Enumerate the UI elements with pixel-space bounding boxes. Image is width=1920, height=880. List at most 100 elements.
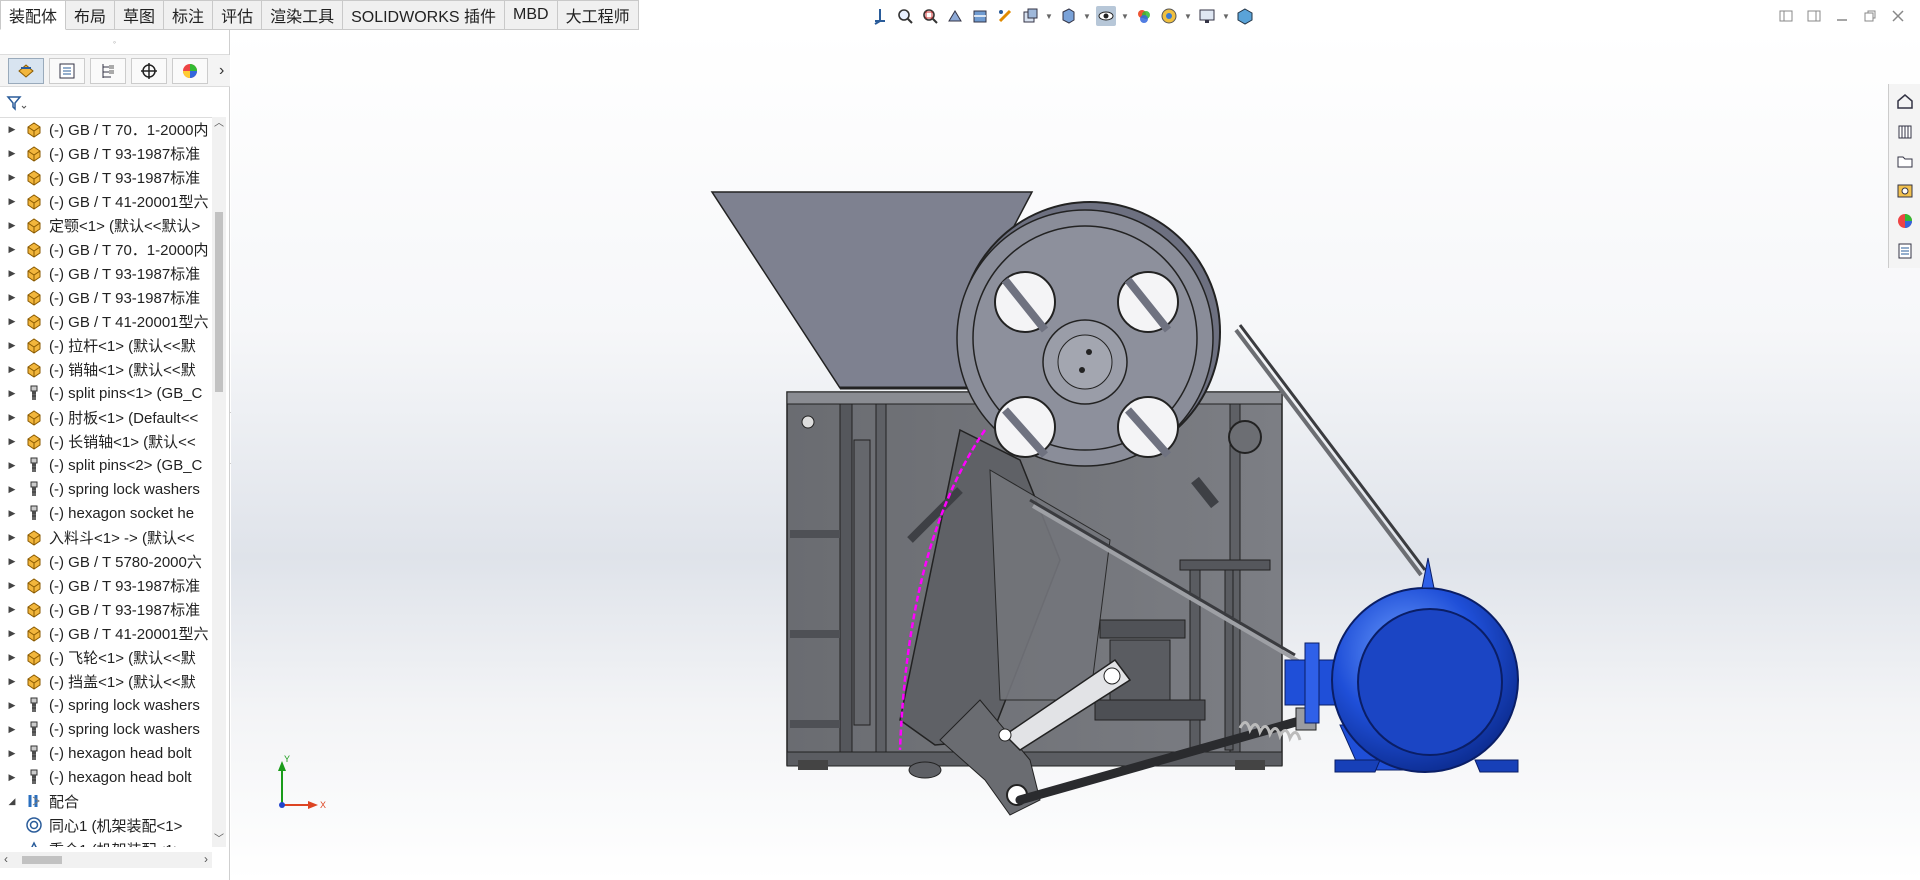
- tab-3[interactable]: 标注: [164, 0, 214, 30]
- expand-arrow-icon[interactable]: ▶: [4, 220, 20, 231]
- tree-item[interactable]: ▶ (-) 拉杆<1> (默认<<默: [0, 333, 212, 357]
- expand-arrow-icon[interactable]: ▶: [4, 652, 20, 663]
- hide-show-items-icon[interactable]: [1096, 6, 1116, 26]
- dropdown-arrow-icon[interactable]: ▼: [1083, 12, 1091, 21]
- view-settings-icon[interactable]: [1197, 6, 1217, 26]
- tree-item[interactable]: ▶ (-) 肘板<1> (Default<<: [0, 405, 212, 429]
- dimxpert-manager-tab-icon[interactable]: [131, 57, 167, 84]
- tree-item[interactable]: ▶ (-) GB / T 41-20001型六: [0, 309, 212, 333]
- expand-arrow-icon[interactable]: ▶: [4, 724, 20, 735]
- tile-left-icon[interactable]: [1778, 8, 1794, 24]
- tree-item[interactable]: ▶ (-) 销轴<1> (默认<<默: [0, 357, 212, 381]
- graphics-area[interactable]: Y X: [231, 30, 1920, 880]
- tab-7[interactable]: MBD: [505, 0, 558, 30]
- scroll-down-arrow-icon[interactable]: ﹀: [212, 833, 226, 847]
- more-tabs-arrow-icon[interactable]: ›: [219, 62, 224, 80]
- tab-1[interactable]: 布局: [66, 0, 116, 30]
- tree-horizontal-scrollbar[interactable]: ‹ ›: [0, 852, 212, 868]
- expand-arrow-icon[interactable]: ▶: [4, 244, 20, 255]
- expand-arrow-icon[interactable]: ▶: [4, 388, 20, 399]
- expand-arrow-icon[interactable]: ▶: [4, 364, 20, 375]
- tree-item[interactable]: ▶ 入料斗<1> -> (默认<<: [0, 525, 212, 549]
- scroll-thumb[interactable]: [215, 212, 223, 392]
- section-view-icon[interactable]: [970, 6, 990, 26]
- edit-appearance-icon[interactable]: [1134, 6, 1154, 26]
- expand-arrow-icon[interactable]: ▶: [4, 508, 20, 519]
- view-orientation-icon[interactable]: [870, 6, 890, 26]
- tree-item[interactable]: ▶ (-) spring lock washers: [0, 717, 212, 741]
- tab-6[interactable]: SOLIDWORKS 插件: [343, 0, 506, 30]
- display-style-icon[interactable]: [1058, 6, 1078, 26]
- view-selector-icon[interactable]: [1020, 6, 1040, 26]
- expand-arrow-icon[interactable]: ▶: [4, 532, 20, 543]
- tab-2[interactable]: 草图: [115, 0, 165, 30]
- tree-item[interactable]: ▶ (-) 飞轮<1> (默认<<默: [0, 645, 212, 669]
- configuration-manager-tab-icon[interactable]: [90, 57, 126, 84]
- display-manager-tab-icon[interactable]: [172, 57, 208, 84]
- expand-arrow-icon[interactable]: ▶: [4, 148, 20, 159]
- tree-item[interactable]: ◢ 配合: [0, 789, 212, 813]
- close-icon[interactable]: [1890, 8, 1906, 24]
- appearances-scenes-icon[interactable]: [1893, 208, 1917, 234]
- restore-icon[interactable]: [1862, 8, 1878, 24]
- expand-arrow-icon[interactable]: ▶: [4, 676, 20, 687]
- dynamic-annotation-icon[interactable]: [995, 6, 1015, 26]
- tree-vertical-scrollbar[interactable]: ︿ ﹀: [212, 117, 226, 847]
- zoom-to-fit-icon[interactable]: [895, 6, 915, 26]
- tree-item[interactable]: ▶ (-) GB / T 93-1987标准: [0, 285, 212, 309]
- tree-item[interactable]: ▶ (-) GB / T 41-20001型六: [0, 621, 212, 645]
- panel-grip[interactable]: ◦: [0, 30, 229, 55]
- expand-arrow-icon[interactable]: ▶: [4, 628, 20, 639]
- expand-arrow-icon[interactable]: ▶: [4, 340, 20, 351]
- scroll-thumb[interactable]: [22, 856, 62, 864]
- tree-item[interactable]: ▶ (-) 长销轴<1> (默认<<: [0, 429, 212, 453]
- expand-arrow-icon[interactable]: ▶: [4, 604, 20, 615]
- dropdown-arrow-icon[interactable]: ▼: [1222, 12, 1230, 21]
- custom-properties-icon[interactable]: [1893, 238, 1917, 264]
- tree-item[interactable]: ▶ (-) GB / T 70．1-2000内: [0, 237, 212, 261]
- tree-item[interactable]: ▶ (-) GB / T 41-20001型六: [0, 189, 212, 213]
- tree-item[interactable]: ▶ (-) hexagon head bolt: [0, 741, 212, 765]
- expand-arrow-icon[interactable]: ▶: [4, 292, 20, 303]
- home-icon[interactable]: [1893, 88, 1917, 114]
- tree-item[interactable]: ▶ (-) GB / T 93-1987标准: [0, 165, 212, 189]
- tree-item[interactable]: ▶ (-) spring lock washers: [0, 477, 212, 501]
- tab-5[interactable]: 渲染工具: [262, 0, 344, 30]
- zoom-to-area-icon[interactable]: [920, 6, 940, 26]
- tree-filter[interactable]: [0, 88, 226, 118]
- tree-item[interactable]: ▶ (-) hexagon socket he: [0, 501, 212, 525]
- expand-arrow-icon[interactable]: ▶: [4, 124, 20, 135]
- expand-arrow-icon[interactable]: ▶: [4, 460, 20, 471]
- jaw-crusher-model[interactable]: [231, 30, 1920, 880]
- tree-item[interactable]: ▶ (-) 挡盖<1> (默认<<默: [0, 669, 212, 693]
- electric-motor[interactable]: [1284, 557, 1519, 773]
- expand-arrow-icon[interactable]: ▶: [4, 580, 20, 591]
- tree-item[interactable]: 重合1 (机架装配<1>: [0, 837, 212, 847]
- apply-scene-icon[interactable]: [1159, 6, 1179, 26]
- tab-0[interactable]: 装配体: [0, 0, 67, 30]
- expand-arrow-icon[interactable]: ▶: [4, 484, 20, 495]
- filter-icon[interactable]: [6, 94, 28, 112]
- expand-arrow-icon[interactable]: ▶: [4, 412, 20, 423]
- tree-item[interactable]: ▶ (-) spring lock washers: [0, 693, 212, 717]
- tree-item[interactable]: ▶ (-) split pins<1> (GB_C: [0, 381, 212, 405]
- expand-arrow-icon[interactable]: ▶: [4, 172, 20, 183]
- tree-item[interactable]: ▶ (-) GB / T 70．1-2000内: [0, 117, 212, 141]
- expand-arrow-icon[interactable]: ▶: [4, 556, 20, 567]
- file-explorer-icon[interactable]: [1893, 148, 1917, 174]
- expanded-arrow-icon[interactable]: ◢: [4, 796, 20, 807]
- expand-arrow-icon[interactable]: ▶: [4, 436, 20, 447]
- tree-item[interactable]: ▶ (-) GB / T 93-1987标准: [0, 261, 212, 285]
- tab-8[interactable]: 大工程师: [557, 0, 639, 30]
- previous-view-icon[interactable]: [945, 6, 965, 26]
- dropdown-arrow-icon[interactable]: ▼: [1184, 12, 1192, 21]
- tree-item[interactable]: ▶ (-) GB / T 93-1987标准: [0, 597, 212, 621]
- dropdown-arrow-icon[interactable]: ▼: [1121, 12, 1129, 21]
- tree-item[interactable]: 同心1 (机架装配<1>: [0, 813, 212, 837]
- tree-item[interactable]: ▶ (-) GB / T 93-1987标准: [0, 141, 212, 165]
- property-manager-tab-icon[interactable]: [49, 57, 85, 84]
- minimize-icon[interactable]: [1834, 8, 1850, 24]
- 3d-view-icon[interactable]: [1235, 6, 1255, 26]
- scroll-up-arrow-icon[interactable]: ︿: [212, 117, 226, 131]
- tree-item[interactable]: ▶ (-) GB / T 5780-2000六: [0, 549, 212, 573]
